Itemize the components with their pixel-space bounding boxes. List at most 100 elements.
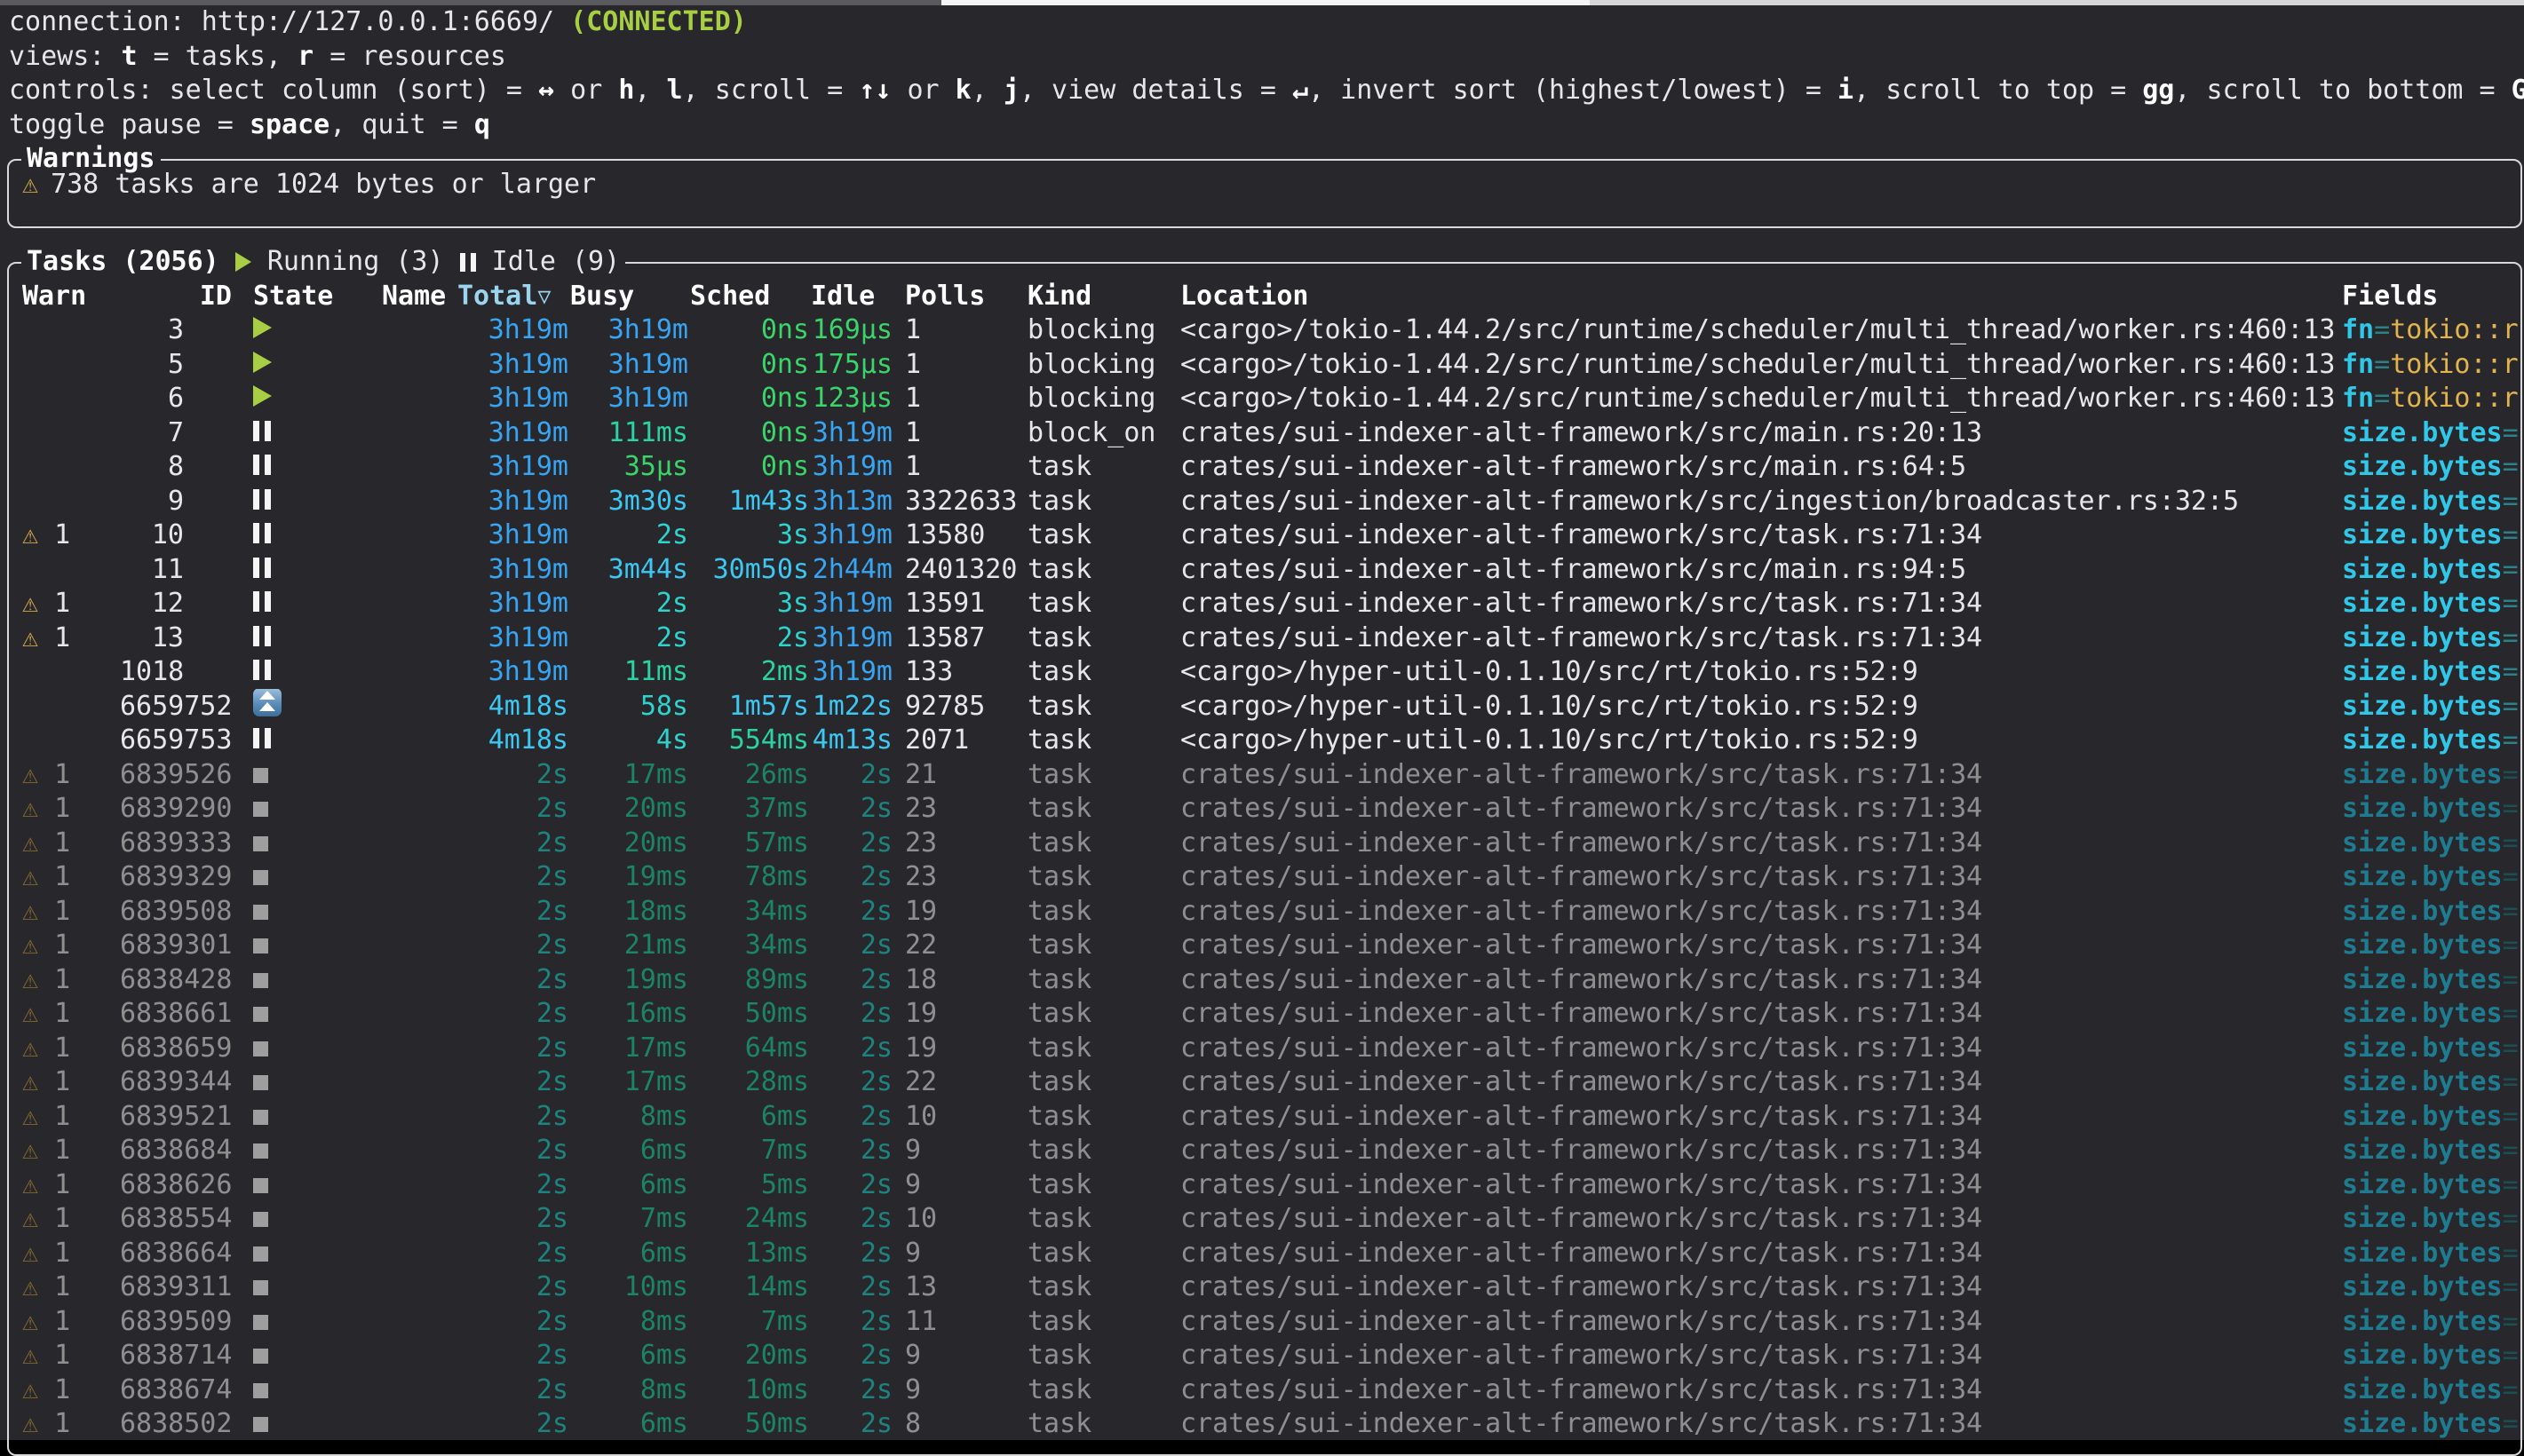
table-row[interactable]: ⚠ 168386592s17ms64ms2s19taskcrates/sui-i… [9, 1031, 2520, 1065]
table-row[interactable]: ⚠ 168393292s19ms78ms2s23taskcrates/sui-i… [9, 860, 2520, 895]
table-row[interactable]: ⚠ 168386842s6ms7ms2s9taskcrates/sui-inde… [9, 1134, 2520, 1168]
table-row[interactable]: ⚠ 1103h19m2s3s3h19m13580taskcrates/sui-i… [9, 518, 2520, 553]
sched-duration: 7ms [688, 1306, 809, 1337]
text-segment: toggle pause = [9, 109, 250, 140]
table-row[interactable]: 53h19m3h19m0ns175µs1blocking<cargo>/toki… [9, 347, 2520, 382]
field-name: size.bytes [2342, 656, 2503, 687]
table-row[interactable]: ⚠ 1123h19m2s3s3h19m13591taskcrates/sui-i… [9, 587, 2520, 621]
table-row[interactable]: 83h19m35µs0ns3h19m1taskcrates/sui-indexe… [9, 450, 2520, 485]
text-segment: connection: http://127.0.0.1:6669/ [9, 6, 570, 37]
table-row[interactable]: ⚠ 168386262s6ms5ms2s9taskcrates/sui-inde… [9, 1167, 2520, 1202]
table-row[interactable]: ⚠ 168385542s7ms24ms2s10taskcrates/sui-in… [9, 1202, 2520, 1237]
column-header-kind[interactable]: Kind [1028, 281, 1180, 312]
task-location: <cargo>/tokio-1.44.2/src/runtime/schedul… [1180, 314, 2342, 345]
task-location: crates/sui-indexer-alt-framework/src/tas… [1180, 1066, 2342, 1097]
table-row[interactable]: 66597534m18s4s554ms4m13s2071task<cargo>/… [9, 724, 2520, 758]
column-header-name[interactable]: Name [361, 281, 456, 312]
task-fields: size.bytes= [2342, 793, 2520, 824]
table-row[interactable]: ⚠ 168384282s19ms89ms2s18taskcrates/sui-i… [9, 962, 2520, 997]
warn-count: 1 [38, 1066, 70, 1097]
table-row[interactable]: 63h19m3h19m0ns123µs1blocking<cargo>/toki… [9, 382, 2520, 416]
task-fields: fn=tokio::r [2342, 349, 2520, 380]
column-header-sched[interactable]: Sched [688, 281, 809, 312]
table-row[interactable]: ⚠ 168386742s8ms10ms2s9taskcrates/sui-ind… [9, 1373, 2520, 1407]
table-row[interactable]: 66597524m18s58s1m57s1m22s92785task<cargo… [9, 689, 2520, 724]
table-row[interactable]: ⚠ 168393012s21ms34ms2s22taskcrates/sui-i… [9, 929, 2520, 963]
column-header-polls[interactable]: Polls [893, 281, 1028, 312]
controls-line: controls: select column (sort) = ↔ or h,… [0, 74, 2524, 108]
field-name: size.bytes [2342, 1306, 2503, 1337]
task-id: 6838714 [120, 1340, 232, 1371]
column-header-id[interactable]: ID [120, 281, 232, 312]
idle-duration: 123µs [809, 383, 893, 414]
table-row[interactable]: ⚠ 168386612s16ms50ms2s19taskcrates/sui-i… [9, 997, 2520, 1032]
column-header-total[interactable]: Total▿ [456, 281, 568, 312]
polls-count: 1 [893, 383, 1028, 414]
paused-state-icon [253, 489, 271, 510]
column-header-loc[interactable]: Location [1180, 281, 2342, 312]
idle-duration: 3h13m [809, 486, 893, 517]
column-header-warn[interactable]: Warn [22, 281, 120, 312]
task-fields: fn=tokio::r [2342, 383, 2520, 414]
task-location: crates/sui-indexer-alt-framework/src/tas… [1180, 793, 2342, 824]
task-kind: task [1028, 724, 1180, 756]
column-header-fields[interactable]: Fields [2342, 281, 2520, 312]
total-duration: 3h19m [456, 588, 568, 619]
task-id: 6839344 [120, 1066, 232, 1097]
table-row[interactable]: ⚠ 168395262s17ms26ms2s21taskcrates/sui-i… [9, 757, 2520, 792]
state-cell [232, 724, 456, 756]
column-header-state[interactable]: State [232, 281, 361, 312]
task-kind: task [1028, 1238, 1180, 1269]
table-row[interactable]: ⚠ 168385022s6ms50ms2s8taskcrates/sui-ind… [9, 1407, 2520, 1442]
task-fields: size.bytes= [2342, 861, 2520, 892]
idle-duration: 3h19m [809, 417, 893, 448]
idle-duration: 2s [809, 896, 893, 927]
table-row[interactable]: ⚠ 168393332s20ms57ms2s23taskcrates/sui-i… [9, 826, 2520, 860]
table-row[interactable]: 73h19m111ms0ns3h19m1block_oncrates/sui-i… [9, 415, 2520, 450]
field-equals: = [2503, 588, 2519, 619]
text-segment: gg [2142, 75, 2174, 106]
warn-count: 1 [38, 622, 70, 653]
state-cell [232, 861, 456, 892]
task-kind: task [1028, 1408, 1180, 1439]
column-header-busy[interactable]: Busy [568, 281, 688, 312]
warning-text: 738 tasks are 1024 bytes or larger [51, 169, 596, 200]
text-segment: = resources [314, 41, 506, 72]
text-segment: = tasks, [138, 41, 298, 72]
table-row[interactable]: ⚠ 1133h19m2s2s3h19m13587taskcrates/sui-i… [9, 621, 2520, 655]
table-row[interactable]: ⚠ 168387142s6ms20ms2s9taskcrates/sui-ind… [9, 1339, 2520, 1373]
total-duration: 2s [456, 1066, 568, 1097]
task-kind: task [1028, 1374, 1180, 1405]
table-row[interactable]: ⚠ 168393112s10ms14ms2s13taskcrates/sui-i… [9, 1270, 2520, 1305]
table-row[interactable]: 10183h19m11ms2ms3h19m133task<cargo>/hype… [9, 655, 2520, 690]
table-row[interactable]: ⚠ 168395092s8ms7ms2s11taskcrates/sui-ind… [9, 1304, 2520, 1339]
field-name: size.bytes [2342, 1135, 2503, 1166]
table-row[interactable]: ⚠ 168395082s18ms34ms2s19taskcrates/sui-i… [9, 894, 2520, 929]
field-name: fn [2342, 383, 2374, 414]
warn-count: 1 [38, 1203, 70, 1234]
column-header-idle[interactable]: Idle [809, 281, 893, 312]
field-equals: = [2503, 1066, 2519, 1097]
table-row[interactable]: 113h19m3m44s30m50s2h44m2401320taskcrates… [9, 552, 2520, 587]
table-row[interactable]: ⚠ 168392902s20ms37ms2s23taskcrates/sui-i… [9, 792, 2520, 827]
total-duration: 3h19m [456, 554, 568, 585]
task-location: <cargo>/tokio-1.44.2/src/runtime/schedul… [1180, 349, 2342, 380]
table-row[interactable]: 33h19m3h19m0ns169µs1blocking<cargo>/toki… [9, 313, 2520, 348]
task-id: 10 [120, 519, 232, 550]
paused-state-icon [253, 728, 271, 748]
state-cell [232, 622, 456, 653]
total-duration: 3h19m [456, 451, 568, 482]
paused-state-icon [253, 558, 271, 578]
task-location: crates/sui-indexer-alt-framework/src/tas… [1180, 1408, 2342, 1439]
sched-duration: 57ms [688, 827, 809, 859]
table-row[interactable]: ⚠ 168395212s8ms6ms2s10taskcrates/sui-ind… [9, 1099, 2520, 1134]
completed-state-icon [253, 1349, 268, 1364]
task-fields: size.bytes= [2342, 1203, 2520, 1234]
warning-icon: ⚠ [22, 1101, 38, 1132]
table-row[interactable]: ⚠ 168386642s6ms13ms2s9taskcrates/sui-ind… [9, 1236, 2520, 1270]
views-line: views: t = tasks, r = resources [0, 40, 2524, 75]
warning-icon: ⚠ [22, 1408, 38, 1439]
table-row[interactable]: 93h19m3m30s1m43s3h13m3322633taskcrates/s… [9, 484, 2520, 518]
scheduled-state-icon [253, 689, 282, 716]
table-row[interactable]: ⚠ 168393442s17ms28ms2s22taskcrates/sui-i… [9, 1065, 2520, 1100]
